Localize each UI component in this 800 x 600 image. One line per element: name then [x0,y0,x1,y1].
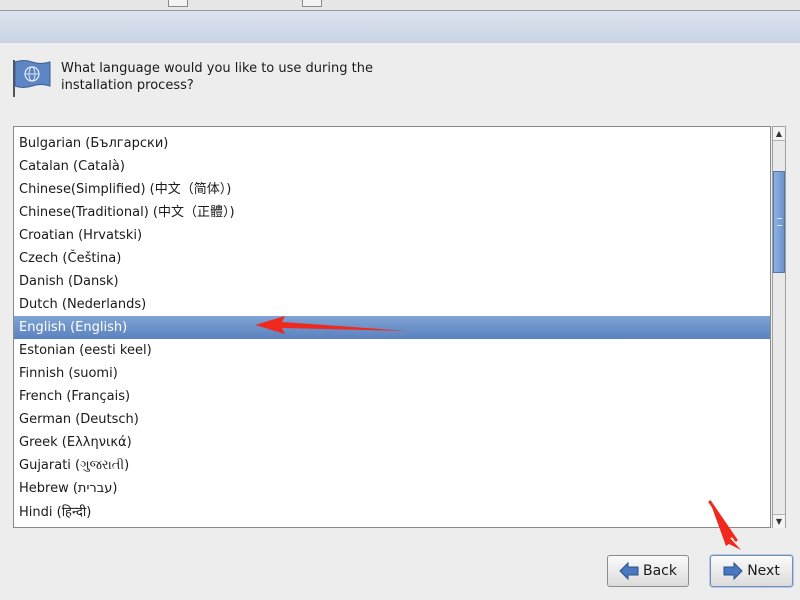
arrow-right-icon [723,562,743,580]
scroll-up-arrow-icon[interactable]: ▲ [773,127,785,141]
flag-globe-icon [13,60,51,97]
list-item[interactable]: Danish (Dansk) [14,270,770,293]
language-list[interactable]: Bulgarian (Български) Catalan (Català) C… [13,126,771,528]
list-item[interactable]: Gujarati (ગુજરાતી) [14,454,770,477]
list-item[interactable]: French (Français) [14,385,770,408]
list-item[interactable]: Hebrew (עברית) [14,477,770,500]
toolbar-fragment [168,0,188,7]
list-scrollbar[interactable]: ▲ ▼ [772,126,786,528]
list-item[interactable]: Greek (Ελληνικά) [14,431,770,454]
list-item-selected[interactable]: English (English) [14,316,770,339]
scroll-thumb[interactable] [773,171,785,273]
toolbar-fragment [302,0,322,7]
list-item[interactable]: German (Deutsch) [14,408,770,431]
top-toolbar-remnant [0,0,800,11]
list-item[interactable]: Chinese(Simplified) (中文（简体）) [14,178,770,201]
list-item[interactable]: Estonian (eesti keel) [14,339,770,362]
list-item[interactable]: Chinese(Traditional) (中文（正體）) [14,201,770,224]
list-item[interactable]: Dutch (Nederlands) [14,293,770,316]
list-item[interactable]: Croatian (Hrvatski) [14,224,770,247]
list-item[interactable]: Bulgarian (Български) [14,132,770,155]
back-button[interactable]: Back [607,555,689,587]
list-item[interactable]: Hindi (हिन्दी) [14,501,770,524]
next-label: Next [747,563,780,579]
grip-icon [777,218,782,226]
list-item[interactable]: Finnish (suomi) [14,362,770,385]
list-item[interactable]: Czech (Čeština) [14,247,770,270]
next-button[interactable]: Next [710,555,793,587]
back-label: Back [643,563,677,579]
scroll-down-arrow-icon[interactable]: ▼ [773,514,785,528]
arrow-left-icon [619,562,639,580]
language-question: What language would you like to use duri… [61,61,373,93]
header-banner [0,11,800,43]
list-item[interactable]: Catalan (Català) [14,155,770,178]
